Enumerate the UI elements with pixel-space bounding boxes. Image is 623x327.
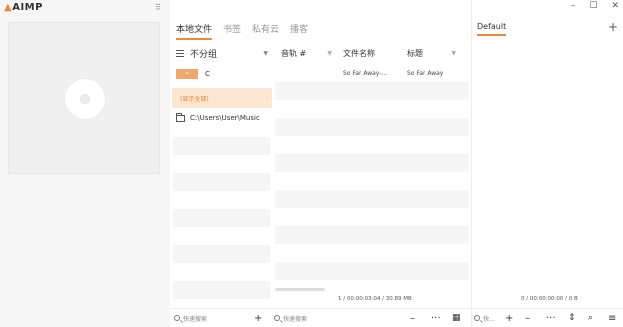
- chevron-down-icon: ▼: [263, 49, 268, 57]
- tab-podcasts[interactable]: 播客: [290, 22, 308, 40]
- playlist-tab-default[interactable]: Default: [477, 22, 507, 36]
- window-controls: – ☐ ✕: [571, 1, 619, 11]
- cell-filename: So Far Away-...: [343, 69, 388, 77]
- column-header-filename[interactable]: 文件名称: [337, 42, 401, 64]
- more-icon[interactable]: ···: [431, 313, 441, 324]
- album-art: [8, 22, 160, 174]
- folder-icon: [176, 112, 185, 122]
- minimize-button[interactable]: –: [571, 1, 576, 11]
- filter-icon[interactable]: ▼: [451, 50, 456, 57]
- sort-icon[interactable]: ⇕: [568, 313, 576, 323]
- cell-title: So Far Away: [407, 69, 444, 77]
- group-list-background: [172, 137, 270, 317]
- logo-text: AIMP: [12, 2, 43, 13]
- search-input-library[interactable]: 快速搜索: [274, 314, 307, 323]
- playlist-list: [472, 42, 622, 292]
- column-header-track[interactable]: 音轨 # ▼: [275, 42, 337, 64]
- grouping-selector[interactable]: 不分组 ▼: [172, 42, 272, 64]
- tab-bookmarks[interactable]: 书签: [223, 22, 241, 40]
- tab-private-cloud[interactable]: 私有云: [252, 22, 279, 40]
- bottom-toolbar: 快速搜索 + 快速搜索 – ··· ▦ 快... + – ··· ⇕ ⌕ ≡: [170, 308, 623, 327]
- filter-icon[interactable]: ▼: [327, 50, 332, 57]
- playlist-more-icon[interactable]: ···: [546, 313, 556, 324]
- app-logo: ▲AIMP: [4, 2, 43, 13]
- grid-view-icon[interactable]: ▦: [452, 313, 461, 323]
- group-panel: 不分组 ▼ * C (显示全部) › C:\Users\User\Music: [172, 42, 272, 312]
- search-playlist-icon[interactable]: ⌕: [588, 313, 593, 323]
- search-icon: [474, 315, 480, 321]
- search-icon: [174, 315, 180, 321]
- library-status: 1 / 00:00:03:04 / 30.89 MB: [338, 296, 412, 302]
- search-input-groups[interactable]: 快速搜索: [174, 314, 207, 323]
- column-header-title[interactable]: 标题 ▼: [401, 42, 461, 64]
- table-body: So Far Away-... So Far Away: [275, 64, 468, 280]
- expand-arrow-icon: ›: [265, 94, 268, 102]
- disc-icon: [65, 79, 105, 119]
- add-playlist-button[interactable]: +: [608, 20, 618, 34]
- track-table: 音轨 # ▼ 文件名称 标题 ▼ So Far Away-... So Far Aw…: [275, 42, 468, 292]
- playlist-panel: – ☐ ✕ Default +: [471, 0, 623, 327]
- group-item-folder[interactable]: C:\Users\User\Music: [172, 108, 272, 128]
- add-to-playlist-button[interactable]: +: [505, 313, 513, 324]
- horizontal-scrollbar[interactable]: [275, 288, 325, 291]
- grip-icon[interactable]: ⠿: [155, 3, 161, 12]
- logo-triangle-icon: ▲: [4, 2, 13, 13]
- add-button[interactable]: +: [254, 313, 262, 324]
- group-item-label: C: [205, 70, 210, 78]
- group-item-label: (显示全部): [180, 95, 209, 103]
- source-tabs: 本地文件 书签 私有云 播客: [176, 22, 308, 40]
- tab-local-files[interactable]: 本地文件: [176, 22, 213, 40]
- group-item-drive[interactable]: * C: [172, 64, 272, 84]
- table-header: 音轨 # ▼ 文件名称 标题 ▼: [275, 42, 468, 64]
- search-icon: [274, 315, 280, 321]
- maximize-button[interactable]: ☐: [589, 1, 597, 11]
- group-item-label: C:\Users\User\Music: [190, 114, 260, 122]
- menu-icon: [176, 49, 184, 57]
- menu-icon[interactable]: ≡: [608, 313, 616, 324]
- close-button[interactable]: ✕: [611, 1, 619, 11]
- search-input-playlist[interactable]: 快...: [474, 314, 495, 323]
- player-panel: ▲AIMP ⠿: [0, 0, 170, 327]
- table-row[interactable]: So Far Away-... So Far Away: [275, 64, 468, 82]
- remove-from-playlist-button[interactable]: –: [525, 313, 530, 324]
- drive-badge: *: [176, 69, 198, 79]
- grouping-label: 不分组: [190, 49, 218, 60]
- group-item-show-all[interactable]: (显示全部) ›: [172, 88, 272, 108]
- playlist-status: 0 / 00:00:00:00 / 0 B: [521, 296, 578, 302]
- remove-button[interactable]: –: [410, 313, 415, 324]
